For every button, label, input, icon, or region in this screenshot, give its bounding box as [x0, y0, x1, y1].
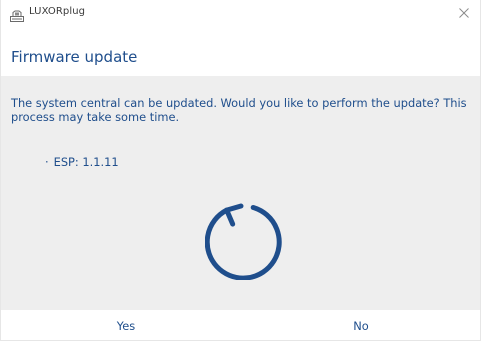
update-message: The system central can be updated. Would…	[11, 96, 467, 124]
close-button[interactable]	[454, 4, 474, 22]
title-bar: LUXORplug	[1, 0, 480, 26]
component-version-label: ESP: 1.1.11	[53, 155, 119, 169]
close-icon	[459, 8, 469, 18]
dialog-heading: Firmware update	[11, 48, 138, 66]
firmware-update-dialog: LUXORplug Firmware update The system cen…	[0, 0, 481, 341]
dialog-content: The system central can be updated. Would…	[1, 76, 480, 310]
luxor-logo-icon	[10, 7, 24, 22]
bullet-dot: ·	[45, 155, 49, 169]
component-version-item: · ESP: 1.1.11	[45, 155, 119, 169]
no-button[interactable]: No	[241, 311, 481, 341]
dialog-header: Firmware update	[1, 44, 480, 74]
yes-button[interactable]: Yes	[1, 311, 251, 341]
window-title: LUXORplug	[29, 6, 86, 17]
refresh-icon	[204, 200, 285, 281]
